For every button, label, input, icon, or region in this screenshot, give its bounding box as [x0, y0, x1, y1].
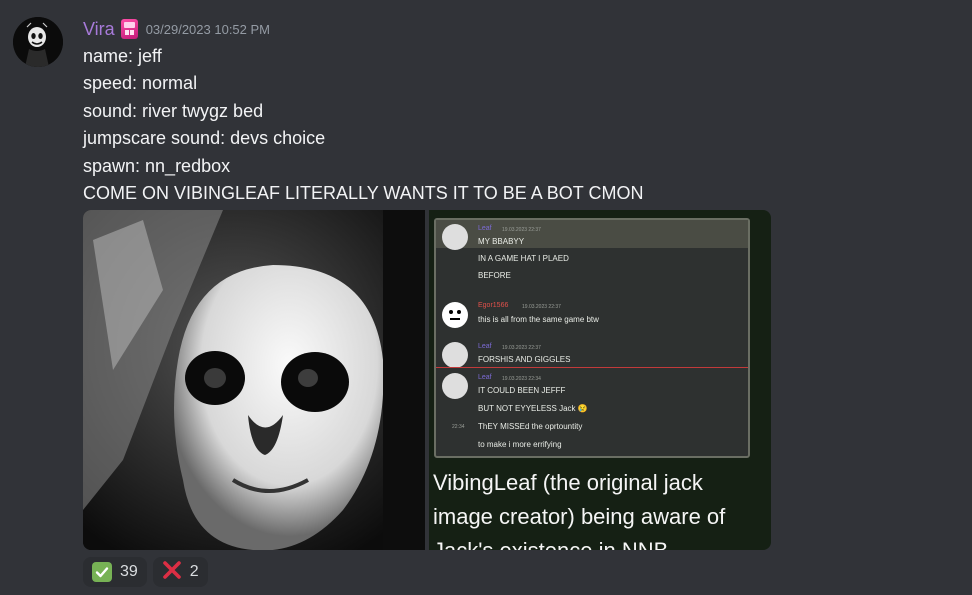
embedded-text: BUT NOT EYYELESS Jack 😢	[478, 404, 588, 413]
cross-mark-icon	[162, 560, 182, 585]
username[interactable]: Vira	[83, 19, 115, 40]
embedded-chat-screenshot: Leaf 19.03.2023 22:37 MY BBABYY IN A GAM…	[434, 218, 750, 458]
reaction-cross[interactable]: 2	[152, 557, 208, 587]
message-line: speed: normal	[83, 73, 198, 94]
message-line: name: jeff	[83, 46, 162, 66]
reaction-count: 2	[189, 563, 199, 580]
image-attachment-face[interactable]	[83, 210, 425, 550]
message-line: COME ON VIBINGLEAF LITERALLY WANTS IT TO…	[83, 183, 644, 204]
embedded-author: Leaf	[478, 225, 492, 232]
message-header: Vira 03/29/2023 10:52 PM	[83, 17, 270, 41]
embedded-time: 19.03.2023 22:37	[522, 304, 561, 310]
message-line: jumpscare sound: devs choice	[83, 128, 326, 149]
embedded-text: to make i more errifying	[478, 440, 562, 449]
embedded-text: ThEY MISSEd the oprtountity	[478, 422, 583, 431]
embedded-text: MY BBABYY	[478, 237, 525, 246]
reaction-check[interactable]: 39	[83, 557, 147, 587]
embedded-text: FORSHIS AND GIGGLES	[478, 355, 571, 364]
check-mark-icon	[92, 562, 112, 582]
face-image	[83, 210, 425, 550]
embedded-avatar	[442, 373, 468, 399]
new-messages-divider	[436, 367, 748, 368]
timestamp: 03/29/2023 10:52 PM	[145, 21, 271, 37]
embedded-author: Leaf	[478, 343, 492, 350]
avatar-image	[13, 17, 63, 67]
embedded-time: 19.03.2023 22:34	[502, 376, 541, 382]
reactions-bar: 39 2	[83, 557, 208, 587]
reaction-count: 39	[120, 563, 138, 580]
message-line: sound: river twygz bed	[83, 100, 264, 121]
embedded-text: IT COULD BEEN JEFFF	[478, 386, 566, 395]
embedded-text: IN A GAME HAT I PLAED	[478, 254, 569, 263]
image-caption: VibingLeaf (the original jack image crea…	[433, 470, 726, 550]
message-content: name: jeff speed: normal sound: river tw…	[83, 43, 643, 207]
image-attachment-screenshot[interactable]: Leaf 19.03.2023 22:37 MY BBABYY IN A GAM…	[429, 210, 771, 550]
embedded-avatar	[442, 224, 468, 250]
embedded-text: BEFORE	[478, 271, 511, 280]
embedded-time: 19.03.2023 22:37	[502, 345, 541, 351]
role-badge-icon[interactable]	[120, 19, 138, 39]
avatar[interactable]	[13, 17, 63, 67]
embedded-author: Egor1566	[478, 302, 509, 309]
embedded-side-time: 22:34	[452, 424, 465, 430]
message-line: spawn: nn_redbox	[83, 155, 231, 176]
embedded-text: this is all from the same game btw	[478, 315, 599, 324]
embedded-author: Leaf	[478, 374, 492, 381]
embedded-avatar	[442, 342, 468, 368]
embedded-avatar-smiley	[442, 302, 468, 328]
embedded-time: 19.03.2023 22:37	[502, 227, 541, 233]
